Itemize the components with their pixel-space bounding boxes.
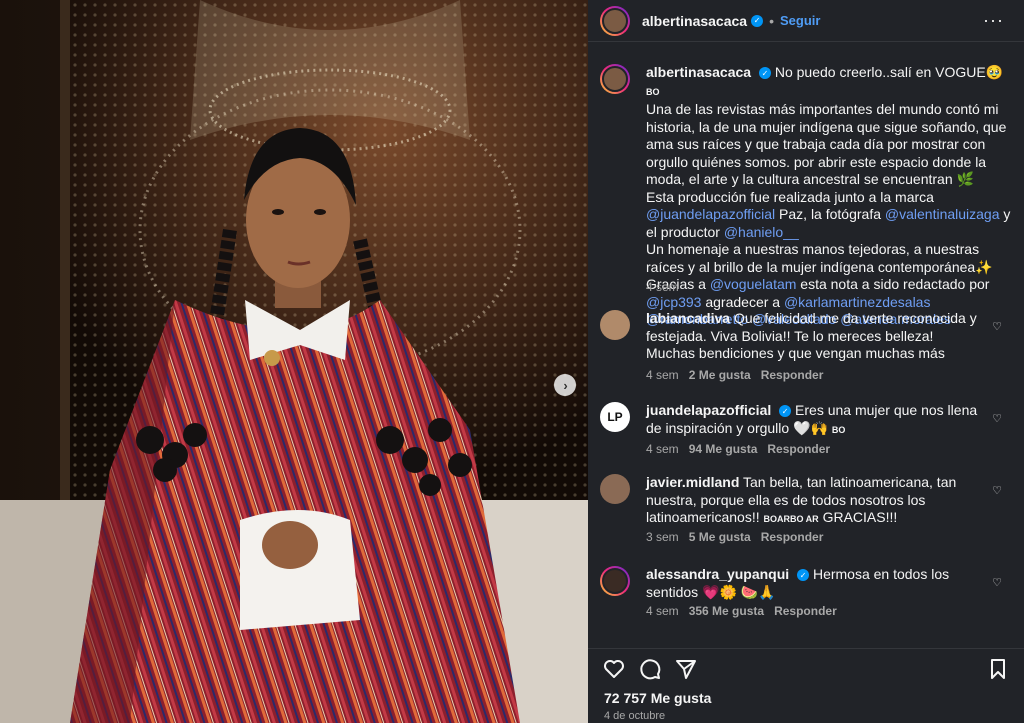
like-count[interactable]: 2 Me gusta: [689, 368, 751, 382]
action-bar: [588, 648, 1024, 684]
caption-username[interactable]: albertinasacaca: [646, 64, 751, 80]
header-username[interactable]: albertinasacaca: [642, 13, 747, 29]
commenter-avatar[interactable]: [600, 310, 630, 340]
verified-icon: ✓: [797, 569, 810, 582]
reply-button[interactable]: Responder: [774, 604, 837, 618]
more-icon[interactable]: ···: [983, 10, 1004, 31]
post-image[interactable]: ›: [0, 0, 588, 723]
comment-meta: 4 sem 2 Me gusta Responder: [646, 368, 823, 382]
comment-body: GRACIAS!!!: [822, 509, 898, 525]
comment-meta: 4 sem 356 Me gusta Responder: [646, 604, 837, 618]
mention-link[interactable]: @jcp393: [646, 294, 701, 310]
post-date: 4 de octubre: [604, 710, 666, 722]
comment-username[interactable]: labiancadiva: [646, 310, 730, 326]
comment-meta: 3 sem 5 Me gusta Responder: [646, 530, 823, 544]
heart-icon[interactable]: ♡: [992, 484, 1002, 497]
mention-link[interactable]: @voguelatam: [710, 276, 797, 292]
caption-line: Un homenaje a nuestras manos tejedoras, …: [646, 241, 993, 275]
heart-icon[interactable]: ♡: [992, 412, 1002, 425]
comment-username[interactable]: alessandra_yupanqui: [646, 566, 789, 582]
heart-icon[interactable]: ♡: [992, 576, 1002, 589]
mention-link[interactable]: @juandelapazofficial: [646, 206, 775, 222]
caption-line: Paz, la fotógrafa: [779, 206, 881, 222]
comment-text: alessandra_yupanqui ✓ Hermosa en todos l…: [646, 566, 986, 601]
reply-button[interactable]: Responder: [761, 368, 824, 382]
comment-icon[interactable]: [638, 657, 662, 681]
timestamp[interactable]: 4 sem: [646, 442, 679, 456]
post-header: albertinasacaca ✓ • Seguir ···: [588, 0, 1024, 42]
caption-avatar[interactable]: [600, 64, 630, 94]
like-count[interactable]: 356 Me gusta: [689, 604, 764, 618]
comment-text: juandelapazofficial ✓ Eres una mujer que…: [646, 402, 986, 439]
comment-username[interactable]: javier.midland: [646, 474, 739, 490]
timestamp[interactable]: 4 sem: [646, 368, 679, 382]
chevron-right-icon: ›: [563, 377, 568, 393]
commenter-avatar[interactable]: [600, 566, 630, 596]
flag-badge: BO: [831, 424, 846, 435]
caption-line: No puedo creerlo..salí en VOGUE🥹: [774, 64, 1004, 80]
mention-link[interactable]: @hanielo__: [724, 224, 799, 240]
mention-link[interactable]: @valentinaluizaga: [885, 206, 1000, 222]
comment-text: labiancadiva Que felicidad me da verte r…: [646, 310, 986, 363]
like-count[interactable]: 94 Me gusta: [689, 442, 758, 456]
reply-button[interactable]: Responder: [761, 530, 824, 544]
likes-count[interactable]: 72 757 Me gusta: [604, 690, 711, 706]
follow-button[interactable]: Seguir: [780, 13, 820, 28]
caption-body: Una de las revistas más importantes del …: [646, 101, 1007, 187]
timestamp[interactable]: 4 sem: [646, 280, 679, 294]
next-image-button[interactable]: ›: [554, 374, 576, 396]
reply-button[interactable]: Responder: [767, 442, 830, 456]
like-count[interactable]: 5 Me gusta: [689, 530, 751, 544]
separator-dot: •: [769, 12, 774, 29]
timestamp[interactable]: 4 sem: [646, 604, 679, 618]
caption-text: albertinasacaca ✓ No puedo creerlo..salí…: [646, 64, 1018, 329]
comment-username[interactable]: juandelapazofficial: [646, 402, 771, 418]
portrait-illustration: [0, 0, 588, 723]
comment-text: javier.midland Tan bella, tan latinoamer…: [646, 474, 986, 529]
avatar[interactable]: [600, 5, 630, 36]
caption-line: Esta producción fue realizada junto a la…: [646, 188, 934, 205]
verified-icon: ✓: [751, 14, 764, 27]
flag-badge: BO: [646, 86, 660, 97]
verified-icon: ✓: [758, 67, 771, 80]
timestamp[interactable]: 3 sem: [646, 530, 679, 544]
flag-badge: BOARBO AR: [763, 514, 819, 524]
heart-icon[interactable]: [602, 657, 626, 681]
caption-meta: 4 sem: [646, 280, 679, 294]
heart-icon[interactable]: ♡: [992, 320, 1002, 333]
mention-link[interactable]: @karlamartinezdesalas: [784, 294, 931, 310]
commenter-avatar[interactable]: [600, 474, 630, 504]
bookmark-icon[interactable]: [986, 657, 1010, 681]
side-panel: albertinasacaca ✓ • Seguir ··· albertina…: [588, 0, 1024, 723]
comment-meta: 4 sem 94 Me gusta Responder: [646, 442, 830, 456]
verified-icon: ✓: [779, 405, 792, 418]
caption-line: esta nota a sido redactado por: [800, 276, 990, 292]
commenter-avatar[interactable]: LP: [600, 402, 630, 432]
share-icon[interactable]: [674, 657, 698, 681]
post-dialog: › albertinasacaca ✓ • Seguir ··· alberti…: [0, 0, 1024, 723]
comments-scroll[interactable]: albertinasacaca ✓ No puedo creerlo..salí…: [588, 60, 1024, 647]
caption-line: agradecer a: [705, 293, 781, 310]
